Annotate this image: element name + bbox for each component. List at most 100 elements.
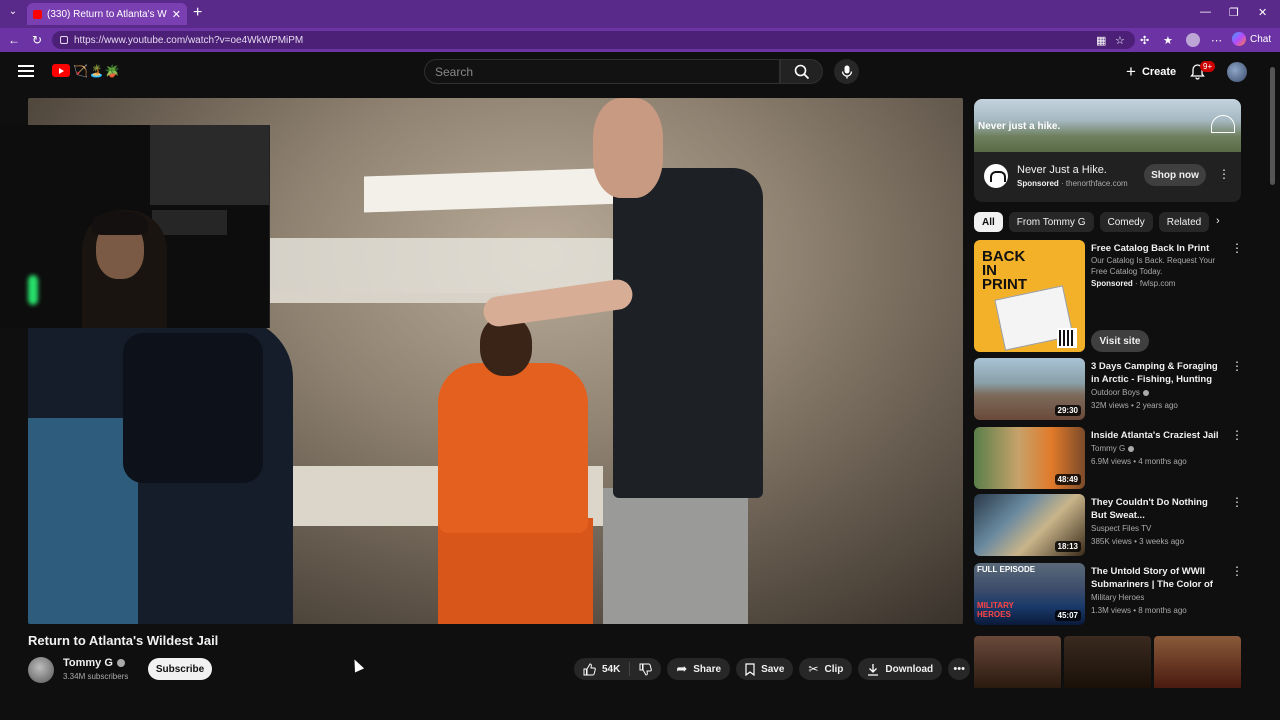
list-item[interactable]: 29:30 3 Days Camping & Foraging in Arcti… [974, 358, 1243, 422]
channel-avatar[interactable] [28, 657, 54, 683]
rec-title[interactable]: Inside Atlanta's Craziest Jail [1091, 429, 1221, 442]
new-tab-button[interactable]: + [193, 4, 202, 22]
create-label: Create [1141, 66, 1177, 78]
rec-title[interactable]: 3 Days Camping & Foraging in Arctic - Fi… [1091, 360, 1221, 386]
logo-doodle[interactable]: 🏹🏝️🪴 [73, 64, 121, 78]
video-thumbnail[interactable]: 48:49 [974, 427, 1085, 489]
advertiser-logo[interactable] [984, 164, 1008, 188]
rec-menu-icon[interactable]: ⋮ [1231, 429, 1243, 441]
tab-list-chevron-icon[interactable]: ⌄ [6, 6, 20, 20]
tab-close-icon[interactable]: ✕ [172, 8, 181, 21]
profile-avatar-icon[interactable] [1186, 33, 1200, 47]
rec-menu-icon[interactable]: ⋮ [1231, 565, 1243, 577]
chip-related[interactable]: Related [1158, 212, 1210, 232]
scissors-icon: ✂ [808, 662, 819, 676]
browser-menu-icon[interactable]: ⋯ [1211, 34, 1222, 47]
rec-channel[interactable]: Outdoor Boys [1091, 388, 1149, 397]
download-icon [868, 663, 879, 676]
video-thumbnail[interactable]: 18:13 [974, 494, 1085, 556]
rec-menu-icon[interactable]: ⋮ [1231, 360, 1243, 372]
video-thumbnail[interactable]: FULL EPISODE MILITARY HEROES 45:07 [974, 563, 1085, 625]
search-button[interactable] [780, 59, 823, 84]
ad-title[interactable]: Never Just a Hike. [1017, 164, 1107, 176]
list-item[interactable]: 18:13 They Couldn't Do Nothing But Sweat… [974, 494, 1243, 558]
clip-button[interactable]: ✂ Clip [799, 658, 853, 680]
rec-title[interactable]: They Couldn't Do Nothing But Sweat... [1091, 496, 1221, 522]
favorite-star-icon[interactable]: ☆ [1115, 34, 1125, 47]
mouse-cursor-icon [349, 657, 365, 673]
list-item[interactable]: 48:49 Inside Atlanta's Craziest Jail Tom… [974, 427, 1243, 491]
scrollbar-thumb[interactable] [1270, 67, 1275, 185]
shelf-thumbnail[interactable] [974, 636, 1061, 688]
create-button[interactable]: + Create [1118, 60, 1184, 84]
ad-banner-image[interactable]: Never just a hike. [974, 99, 1241, 152]
webcam-overlay [0, 125, 270, 328]
catalog-ad-thumbnail[interactable]: BACK IN PRINT [974, 240, 1085, 352]
chip-all[interactable]: All [974, 212, 1003, 232]
minimize-button[interactable]: — [1200, 6, 1211, 18]
browser-tab[interactable]: (330) Return to Atlanta's Wilde ✕ [27, 3, 187, 25]
ad-meta: Sponsored · thenorthface.com [1017, 179, 1128, 188]
refresh-icon[interactable]: ↻ [32, 33, 42, 47]
video-thumbnail[interactable]: 29:30 [974, 358, 1085, 420]
rec-channel[interactable]: Tommy G [1091, 444, 1135, 453]
catalog-ad-menu-icon[interactable]: ⋮ [1231, 242, 1243, 254]
share-arrow-icon: ➦ [676, 661, 688, 676]
chip-from-tommy-g[interactable]: From Tommy G [1008, 212, 1094, 232]
share-label: Share [693, 663, 722, 675]
youtube-page: 🏹🏝️🪴 + Create 9+ [0, 52, 1280, 720]
shelf-thumbnail[interactable] [1154, 636, 1241, 688]
download-button[interactable]: Download [858, 658, 943, 680]
favorites-icon[interactable]: ★ [1163, 34, 1173, 47]
url-field[interactable]: https://www.youtube.com/watch?v=oe4WkWPM… [52, 31, 1135, 49]
north-face-logo-icon [1211, 115, 1235, 133]
copilot-icon [1232, 32, 1246, 46]
chip-comedy[interactable]: Comedy [1099, 212, 1153, 232]
verified-check-icon [1128, 445, 1135, 452]
like-count: 54K [602, 663, 621, 675]
rec-channel[interactable]: Military Heroes [1091, 593, 1144, 602]
rec-channel[interactable]: Suspect Files TV [1091, 524, 1151, 533]
video-man-body [613, 168, 763, 498]
visit-site-button[interactable]: Visit site [1091, 330, 1149, 352]
qr-code-icon [1057, 328, 1077, 348]
save-button[interactable]: Save [736, 658, 794, 680]
more-actions-button[interactable]: ••• [948, 658, 971, 680]
plus-icon: + [1126, 62, 1136, 81]
youtube-favicon-icon [33, 9, 42, 19]
restore-button[interactable]: ❐ [1229, 6, 1239, 19]
catalog-ad[interactable]: BACK IN PRINT Free Catalog Back In Print… [974, 240, 1243, 354]
share-button[interactable]: ➦ Share [667, 658, 731, 680]
shop-now-button[interactable]: Shop now [1144, 164, 1206, 186]
copilot-chat-button[interactable]: Chat [1232, 32, 1271, 46]
like-button[interactable]: 54K [574, 662, 631, 676]
close-window-button[interactable]: ✕ [1258, 6, 1267, 19]
search-input[interactable] [435, 64, 779, 79]
catalog-ad-meta: Sponsored · fwlsp.com [1091, 279, 1176, 288]
channel-name[interactable]: Tommy G [63, 657, 125, 669]
list-item[interactable]: FULL EPISODE MILITARY HEROES 45:07 The U… [974, 563, 1243, 627]
video-officer-vest [123, 333, 263, 483]
youtube-logo-icon[interactable] [52, 64, 70, 77]
rec-menu-icon[interactable]: ⋮ [1231, 496, 1243, 508]
subscriber-count: 3.34M subscribers [63, 672, 129, 681]
video-inmate-body [438, 363, 588, 533]
rec-title[interactable]: The Untold Story of WWII Submariners | T… [1091, 565, 1221, 591]
account-avatar[interactable] [1227, 62, 1247, 82]
extensions-icon[interactable]: ✣ [1140, 34, 1149, 47]
subscribe-button[interactable]: Subscribe [148, 658, 212, 680]
site-info-icon[interactable] [60, 36, 68, 44]
channel-name-text: Tommy G [63, 657, 113, 669]
catalog-ad-title[interactable]: Free Catalog Back In Print [1091, 242, 1221, 255]
dislike-button[interactable] [630, 663, 661, 676]
next-shelf-thumbnails[interactable] [974, 636, 1241, 688]
ad-menu-icon[interactable]: ⋮ [1218, 168, 1230, 180]
thumb-episode-label: FULL EPISODE [977, 565, 1036, 574]
hamburger-menu-icon[interactable] [18, 65, 34, 77]
app-available-icon[interactable]: ▦ [1096, 34, 1106, 47]
shelf-thumbnail[interactable] [1064, 636, 1151, 688]
search-box[interactable] [424, 59, 780, 84]
back-arrow-icon[interactable]: ← [8, 33, 20, 47]
chip-next-chevron-icon[interactable]: › [1216, 215, 1220, 227]
voice-search-button[interactable] [834, 59, 859, 84]
